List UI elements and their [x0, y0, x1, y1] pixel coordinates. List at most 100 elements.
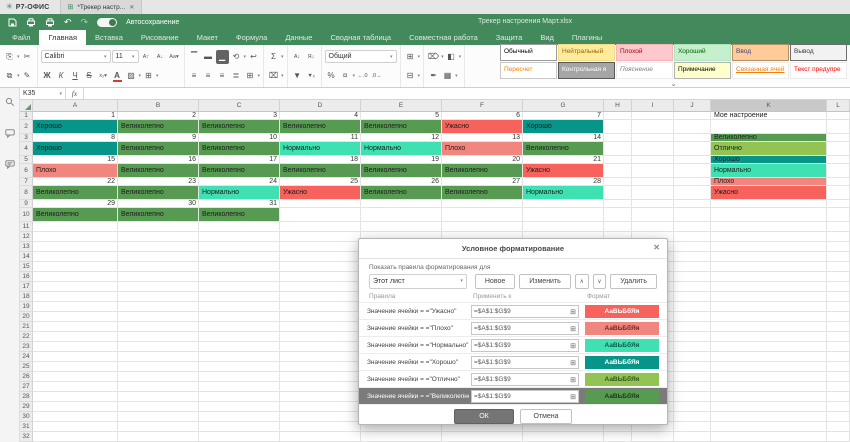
cell-K5[interactable]: Хорошо	[711, 156, 827, 164]
cell-I11[interactable]	[632, 222, 674, 232]
insert-cells-chevron-icon[interactable]: ▾	[418, 54, 421, 60]
cell-J10[interactable]	[674, 208, 711, 222]
cf-rule-range-input[interactable]: =$A$1:$G$9⊞	[471, 322, 579, 335]
underline-icon[interactable]: Ч	[69, 69, 82, 83]
search-icon[interactable]	[5, 94, 15, 112]
cell-J5[interactable]	[674, 156, 711, 164]
cell-J23[interactable]	[674, 342, 711, 352]
name-box[interactable]: K35 ▾	[20, 88, 66, 99]
cell-C27[interactable]	[199, 382, 280, 392]
wrap-text-icon[interactable]: ↩	[247, 50, 260, 64]
cell-H1[interactable]	[604, 112, 632, 120]
autosave-toggle[interactable]	[97, 18, 117, 27]
cell-A20[interactable]	[33, 312, 118, 322]
cell-C17[interactable]	[199, 282, 280, 292]
select-range-icon[interactable]: ⊞	[570, 325, 576, 333]
cell-B1[interactable]: 2	[118, 112, 199, 120]
cell-B5[interactable]: 16	[118, 156, 199, 164]
paste-icon[interactable]: ⎘	[3, 50, 16, 64]
row-header-19[interactable]: 19	[20, 302, 33, 312]
cell-L5[interactable]	[827, 156, 850, 164]
cell-I1[interactable]	[632, 112, 674, 120]
cell-L17[interactable]	[827, 282, 850, 292]
cell-F9[interactable]	[442, 200, 523, 208]
formula-input[interactable]	[84, 88, 850, 99]
cell-I5[interactable]	[632, 156, 674, 164]
align-top-icon[interactable]: ▔	[188, 50, 201, 64]
cell-I32[interactable]	[632, 432, 674, 442]
cf-rule-row-3[interactable]: Значение ячейки = ="Нормально"=$A$1:$G$9…	[359, 336, 667, 353]
align-justify-icon[interactable]: ≣	[230, 69, 243, 83]
cell-G6[interactable]: Ужасно	[523, 164, 604, 178]
cell-B11[interactable]	[118, 222, 199, 232]
cell-J6[interactable]	[674, 164, 711, 178]
cell-C21[interactable]	[199, 322, 280, 332]
cell-L25[interactable]	[827, 362, 850, 372]
cell-C20[interactable]	[199, 312, 280, 322]
row-header-20[interactable]: 20	[20, 312, 33, 322]
row-header-9[interactable]: 9	[20, 200, 33, 208]
cell-J32[interactable]	[674, 432, 711, 442]
cell-I9[interactable]	[632, 200, 674, 208]
cell-C10[interactable]: Великолепно	[199, 208, 280, 222]
cell-F3[interactable]: 13	[442, 134, 523, 142]
cell-B29[interactable]	[118, 402, 199, 412]
cell-B31[interactable]	[118, 422, 199, 432]
row-header-29[interactable]: 29	[20, 402, 33, 412]
conditional-formatting-icon[interactable]: ◧	[445, 50, 458, 64]
select-range-icon[interactable]: ⊞	[570, 308, 576, 316]
cell-B15[interactable]	[118, 262, 199, 272]
cell-L28[interactable]	[827, 392, 850, 402]
cell-J13[interactable]	[674, 242, 711, 252]
cell-style-chip-1[interactable]: Обычный	[500, 44, 557, 61]
cell-B28[interactable]	[118, 392, 199, 402]
redo-icon[interactable]: ↷	[81, 18, 89, 27]
cell-A15[interactable]	[33, 262, 118, 272]
ok-button[interactable]: ОК	[454, 409, 514, 424]
cell-A6[interactable]: Плохо	[33, 164, 118, 178]
cell-E8[interactable]: Великолепно	[361, 186, 442, 200]
dialog-close-icon[interactable]: ✕	[653, 244, 660, 252]
cell-C31[interactable]	[199, 422, 280, 432]
cell-F10[interactable]	[442, 208, 523, 222]
cell-J11[interactable]	[674, 222, 711, 232]
number-format-select[interactable]: Общий▾	[325, 50, 397, 63]
cell-I8[interactable]	[632, 186, 674, 200]
cell-C29[interactable]	[199, 402, 280, 412]
clear-format-icon[interactable]: ⌦	[427, 50, 440, 64]
ribbon-tab-Данные[interactable]: Данные	[276, 30, 321, 45]
cell-G4[interactable]: Великолепно	[523, 142, 604, 156]
decrease-font-icon[interactable]: A↓	[154, 50, 167, 64]
font-name-select[interactable]: Calibri▾	[41, 50, 111, 63]
cell-A23[interactable]	[33, 342, 118, 352]
cf-rule-row-2[interactable]: Значение ячейки = ="Плохо"=$A$1:$G$9⊞АаВ…	[359, 319, 667, 336]
ribbon-tab-Макет[interactable]: Макет	[188, 30, 227, 45]
row-header-21[interactable]: 21	[20, 322, 33, 332]
cell-A7[interactable]: 22	[33, 178, 118, 186]
cell-A16[interactable]	[33, 272, 118, 282]
cell-A11[interactable]	[33, 222, 118, 232]
cell-J22[interactable]	[674, 332, 711, 342]
decrease-decimal-icon[interactable]: ←.0	[356, 69, 369, 83]
cell-I4[interactable]	[632, 142, 674, 156]
cell-D11[interactable]	[280, 222, 361, 232]
cell-A2[interactable]: Хорошо	[33, 120, 118, 134]
cell-D16[interactable]	[280, 272, 361, 282]
column-header-D[interactable]: D	[280, 100, 361, 112]
currency-chevron-icon[interactable]: ▾	[353, 73, 356, 79]
cell-I6[interactable]	[632, 164, 674, 178]
cell-L20[interactable]	[827, 312, 850, 322]
cell-K20[interactable]	[711, 312, 827, 322]
comments-icon[interactable]	[5, 125, 15, 143]
cell-L21[interactable]	[827, 322, 850, 332]
cell-H5[interactable]	[604, 156, 632, 164]
column-header-K[interactable]: K	[711, 100, 827, 112]
copy-icon[interactable]: ⧉	[3, 69, 16, 83]
row-header-10[interactable]: 10	[20, 208, 33, 222]
cut-icon[interactable]: ✂	[21, 50, 34, 64]
cell-H8[interactable]	[604, 186, 632, 200]
cell-C28[interactable]	[199, 392, 280, 402]
cell-K25[interactable]	[711, 362, 827, 372]
cf-rule-range-input[interactable]: =$A$1:$G$9⊞	[471, 356, 579, 369]
rules-scope-select[interactable]: Этот лист ▾	[369, 274, 467, 289]
